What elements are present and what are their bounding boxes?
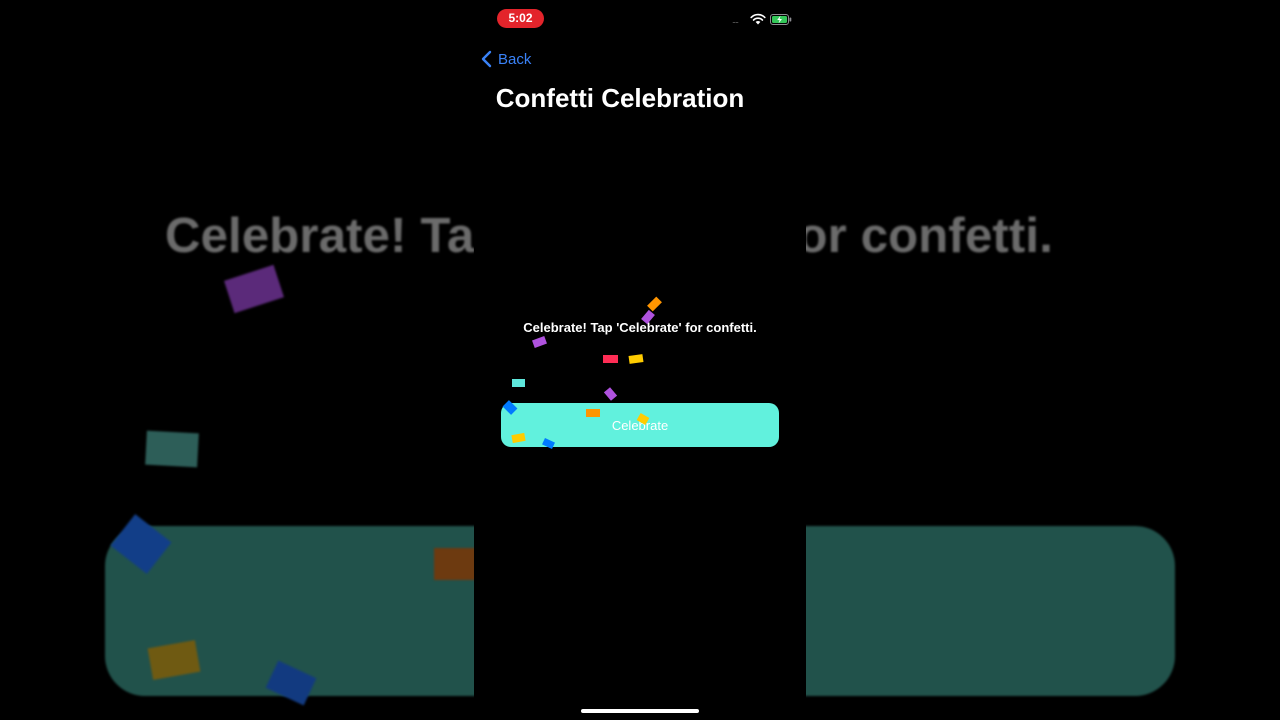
background-confetti-piece [224,264,284,314]
confetti-piece [647,296,662,312]
battery-charging-icon [770,14,792,25]
confetti-piece [628,354,644,364]
confetti-piece [532,336,547,348]
confetti-piece [603,355,618,363]
back-label: Back [498,50,532,68]
phone-screen: 5:02 .... Back Confetti Celebration Cele… [474,0,806,720]
confetti-piece [603,387,618,401]
background-confetti-piece [434,548,476,580]
back-button[interactable]: Back [480,48,531,70]
celebration-message: Celebrate! Tap 'Celebrate' for confetti. [523,320,757,335]
cellular-signal-icon: .... [732,15,739,25]
status-time: 5:02 [497,9,544,28]
confetti-piece [512,379,525,387]
background-confetti-piece [145,430,199,468]
page-title: Confetti Celebration [495,83,745,113]
confetti-piece [586,409,600,417]
wifi-icon [750,13,766,25]
chevron-left-icon [481,50,492,68]
status-bar: 5:02 .... [474,0,806,40]
home-indicator[interactable] [581,709,699,713]
